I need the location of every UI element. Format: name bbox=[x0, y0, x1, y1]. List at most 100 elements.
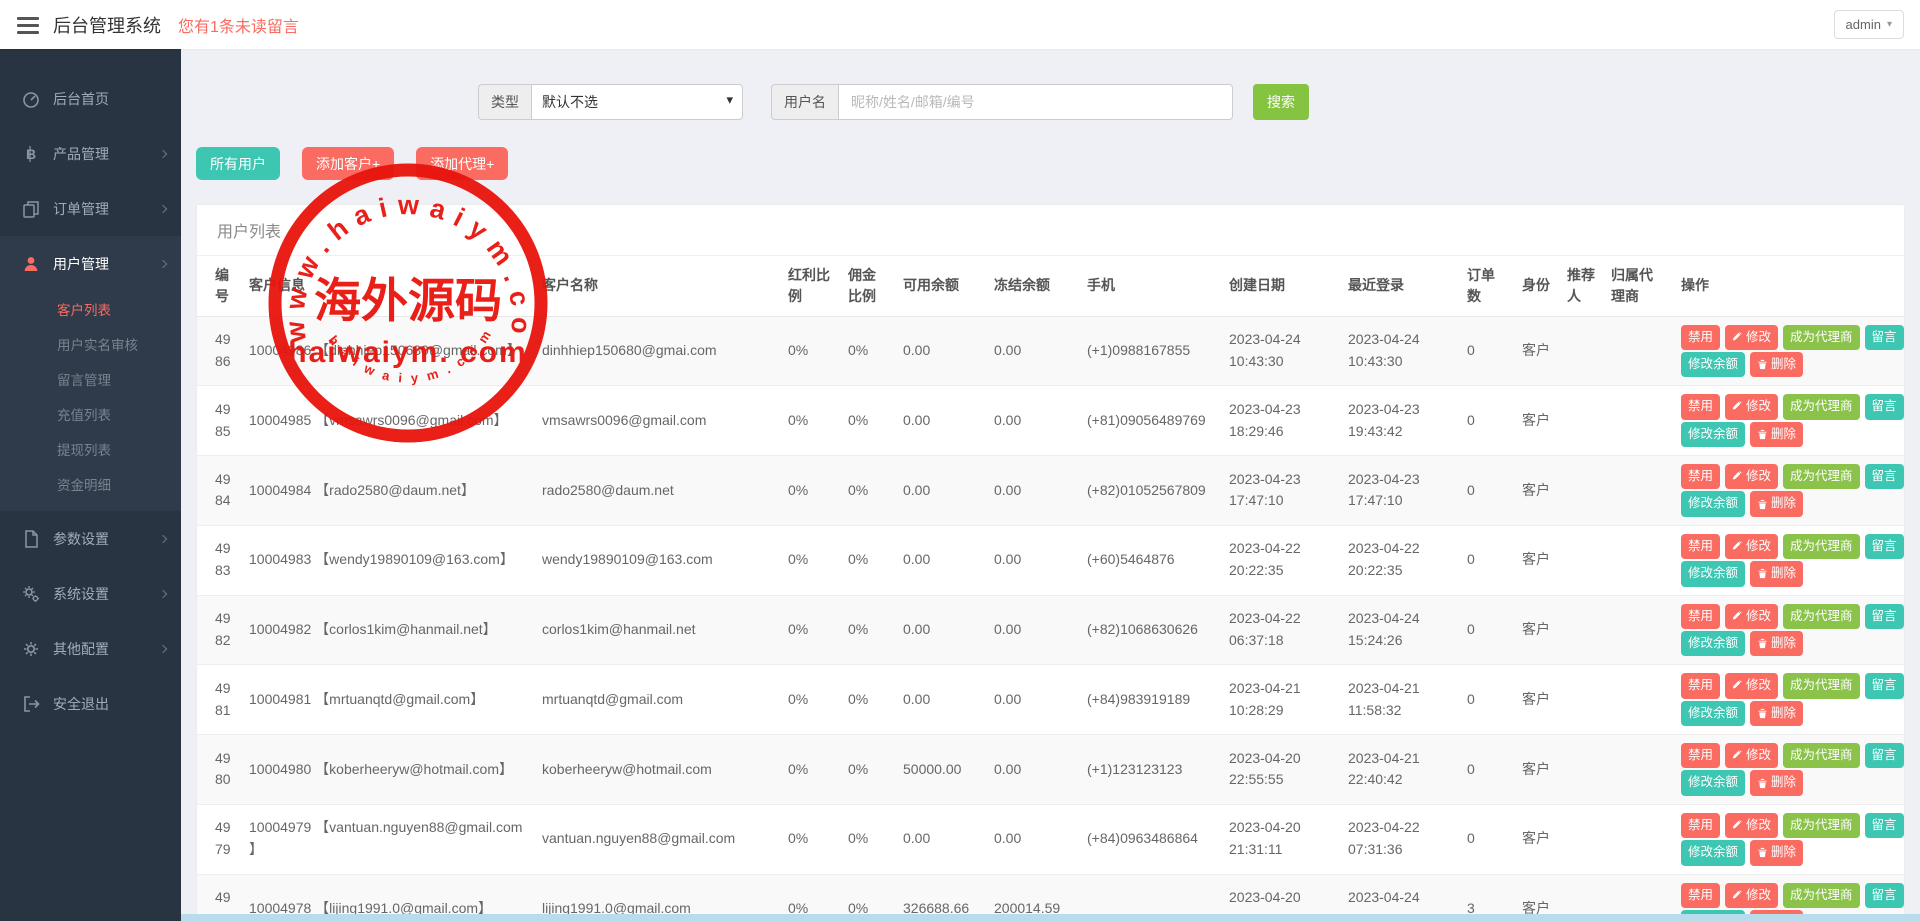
edit-balance-button[interactable]: 修改余额 bbox=[1681, 352, 1745, 377]
submenu-item-realname-review[interactable]: 用户实名审核 bbox=[0, 328, 181, 363]
admin-dropdown[interactable]: admin ▾ bbox=[1834, 10, 1904, 39]
search-button[interactable]: 搜索 bbox=[1253, 84, 1309, 120]
become-agent-button[interactable]: 成为代理商 bbox=[1783, 464, 1860, 489]
become-agent-button[interactable]: 成为代理商 bbox=[1783, 883, 1860, 908]
add-customer-button[interactable]: 添加客户+ bbox=[302, 147, 394, 180]
become-agent-button[interactable]: 成为代理商 bbox=[1783, 325, 1860, 350]
edit-button[interactable]: 修改 bbox=[1725, 673, 1778, 698]
all-users-button[interactable]: 所有用户 bbox=[196, 147, 280, 180]
message-button[interactable]: 留言 bbox=[1865, 464, 1904, 489]
edit-button[interactable]: 修改 bbox=[1725, 743, 1778, 768]
sidebar-item-dashboard[interactable]: 后台首页 bbox=[0, 71, 181, 126]
message-button[interactable]: 留言 bbox=[1865, 813, 1904, 838]
unread-message-notice[interactable]: 您有1条未读留言 bbox=[178, 13, 299, 37]
edit-balance-button[interactable]: 修改余额 bbox=[1681, 422, 1745, 447]
table-row: 497910004979 【vantuan.nguyen88@gmail.com… bbox=[197, 804, 1904, 874]
edit-balance-button[interactable]: 修改余额 bbox=[1681, 701, 1745, 726]
orders-icon bbox=[22, 200, 40, 218]
edit-button[interactable]: 修改 bbox=[1725, 883, 1778, 908]
become-agent-button[interactable]: 成为代理商 bbox=[1783, 394, 1860, 419]
bonus-ratio-cell: 0% bbox=[780, 386, 840, 456]
edit-balance-button[interactable]: 修改余额 bbox=[1681, 561, 1745, 586]
submenu-item-message-management[interactable]: 留言管理 bbox=[0, 363, 181, 398]
horizontal-scrollbar[interactable] bbox=[181, 914, 1920, 921]
referrer-cell bbox=[1559, 735, 1603, 805]
column-header: 最近登录 bbox=[1340, 256, 1459, 316]
delete-button[interactable]: 删除 bbox=[1750, 631, 1803, 656]
edit-button[interactable]: 修改 bbox=[1725, 534, 1778, 559]
sidebar-item-users[interactable]: 用户管理 bbox=[0, 236, 181, 291]
delete-button[interactable]: 删除 bbox=[1750, 352, 1803, 377]
disable-button[interactable]: 禁用 bbox=[1681, 534, 1720, 559]
message-button[interactable]: 留言 bbox=[1865, 673, 1904, 698]
edit-balance-button[interactable]: 修改余额 bbox=[1681, 840, 1745, 865]
message-button[interactable]: 留言 bbox=[1865, 743, 1904, 768]
disable-button[interactable]: 禁用 bbox=[1681, 325, 1720, 350]
add-agent-button[interactable]: 添加代理+ bbox=[416, 147, 508, 180]
chevron-right-icon bbox=[159, 589, 167, 597]
disable-button[interactable]: 禁用 bbox=[1681, 464, 1720, 489]
delete-button[interactable]: 删除 bbox=[1750, 701, 1803, 726]
submenu-item-recharge-list[interactable]: 充值列表 bbox=[0, 398, 181, 433]
edit-button[interactable]: 修改 bbox=[1725, 813, 1778, 838]
edit-button[interactable]: 修改 bbox=[1725, 464, 1778, 489]
sidebar-item-system[interactable]: 系统设置 bbox=[0, 566, 181, 621]
column-header: 手机 bbox=[1079, 256, 1221, 316]
frozen-balance-cell: 0.00 bbox=[986, 804, 1079, 874]
chevron-right-icon bbox=[159, 534, 167, 542]
submenu-item-funds-detail[interactable]: 资金明细 bbox=[0, 468, 181, 503]
delete-button[interactable]: 删除 bbox=[1750, 491, 1803, 516]
edit-button[interactable]: 修改 bbox=[1725, 604, 1778, 629]
disable-button[interactable]: 禁用 bbox=[1681, 604, 1720, 629]
become-agent-button[interactable]: 成为代理商 bbox=[1783, 534, 1860, 559]
delete-button[interactable]: 删除 bbox=[1750, 770, 1803, 795]
delete-button[interactable]: 删除 bbox=[1750, 561, 1803, 586]
disable-button[interactable]: 禁用 bbox=[1681, 813, 1720, 838]
sidebar-item-logout[interactable]: 安全退出 bbox=[0, 676, 181, 731]
chevron-right-icon bbox=[159, 204, 167, 212]
customer-name-cell: dinhhiep150680@gmai.com bbox=[534, 316, 780, 386]
customer-info-cell: 10004982 【corlos1kim@hanmail.net】 bbox=[241, 595, 534, 665]
sidebar-item-other[interactable]: 其他配置 bbox=[0, 621, 181, 676]
disable-button[interactable]: 禁用 bbox=[1681, 883, 1720, 908]
sidebar-item-orders[interactable]: 订单管理 bbox=[0, 181, 181, 236]
pencil-icon bbox=[1732, 820, 1743, 831]
edit-balance-button[interactable]: 修改余额 bbox=[1681, 770, 1745, 795]
become-agent-button[interactable]: 成为代理商 bbox=[1783, 604, 1860, 629]
commission-ratio-cell: 0% bbox=[840, 804, 895, 874]
delete-button[interactable]: 删除 bbox=[1750, 840, 1803, 865]
identity-cell: 客户 bbox=[1514, 386, 1559, 456]
type-filter-select[interactable]: 默认不选 bbox=[531, 84, 743, 120]
identity-cell: 客户 bbox=[1514, 735, 1559, 805]
disable-button[interactable]: 禁用 bbox=[1681, 394, 1720, 419]
frozen-balance-cell: 0.00 bbox=[986, 386, 1079, 456]
referrer-cell bbox=[1559, 316, 1603, 386]
bonus-ratio-cell: 0% bbox=[780, 665, 840, 735]
disable-button[interactable]: 禁用 bbox=[1681, 673, 1720, 698]
edit-balance-button[interactable]: 修改余额 bbox=[1681, 631, 1745, 656]
submenu-item-withdraw-list[interactable]: 提现列表 bbox=[0, 433, 181, 468]
created-date-cell: 2023-04-20 22:55:55 bbox=[1221, 735, 1340, 805]
disable-button[interactable]: 禁用 bbox=[1681, 743, 1720, 768]
message-button[interactable]: 留言 bbox=[1865, 534, 1904, 559]
message-button[interactable]: 留言 bbox=[1865, 325, 1904, 350]
edit-balance-button[interactable]: 修改余额 bbox=[1681, 491, 1745, 516]
message-button[interactable]: 留言 bbox=[1865, 883, 1904, 908]
become-agent-button[interactable]: 成为代理商 bbox=[1783, 743, 1860, 768]
message-button[interactable]: 留言 bbox=[1865, 604, 1904, 629]
menu-toggle-icon[interactable] bbox=[17, 17, 39, 33]
actions-cell: 禁用修改成为代理商留言修改余额删除 bbox=[1673, 665, 1904, 735]
become-agent-button[interactable]: 成为代理商 bbox=[1783, 673, 1860, 698]
type-filter-group: 类型 默认不选 bbox=[478, 84, 743, 120]
sidebar-item-products[interactable]: B 产品管理 bbox=[0, 126, 181, 181]
become-agent-button[interactable]: 成为代理商 bbox=[1783, 813, 1860, 838]
sidebar-item-parameters[interactable]: 参数设置 bbox=[0, 511, 181, 566]
identity-cell: 客户 bbox=[1514, 316, 1559, 386]
delete-button[interactable]: 删除 bbox=[1750, 422, 1803, 447]
message-button[interactable]: 留言 bbox=[1865, 394, 1904, 419]
submenu-item-customer-list[interactable]: 客户列表 bbox=[0, 293, 181, 328]
users-submenu: 客户列表 用户实名审核 留言管理 充值列表 提现列表 资金明细 bbox=[0, 291, 181, 511]
edit-button[interactable]: 修改 bbox=[1725, 325, 1778, 350]
username-input[interactable] bbox=[838, 84, 1233, 120]
edit-button[interactable]: 修改 bbox=[1725, 394, 1778, 419]
